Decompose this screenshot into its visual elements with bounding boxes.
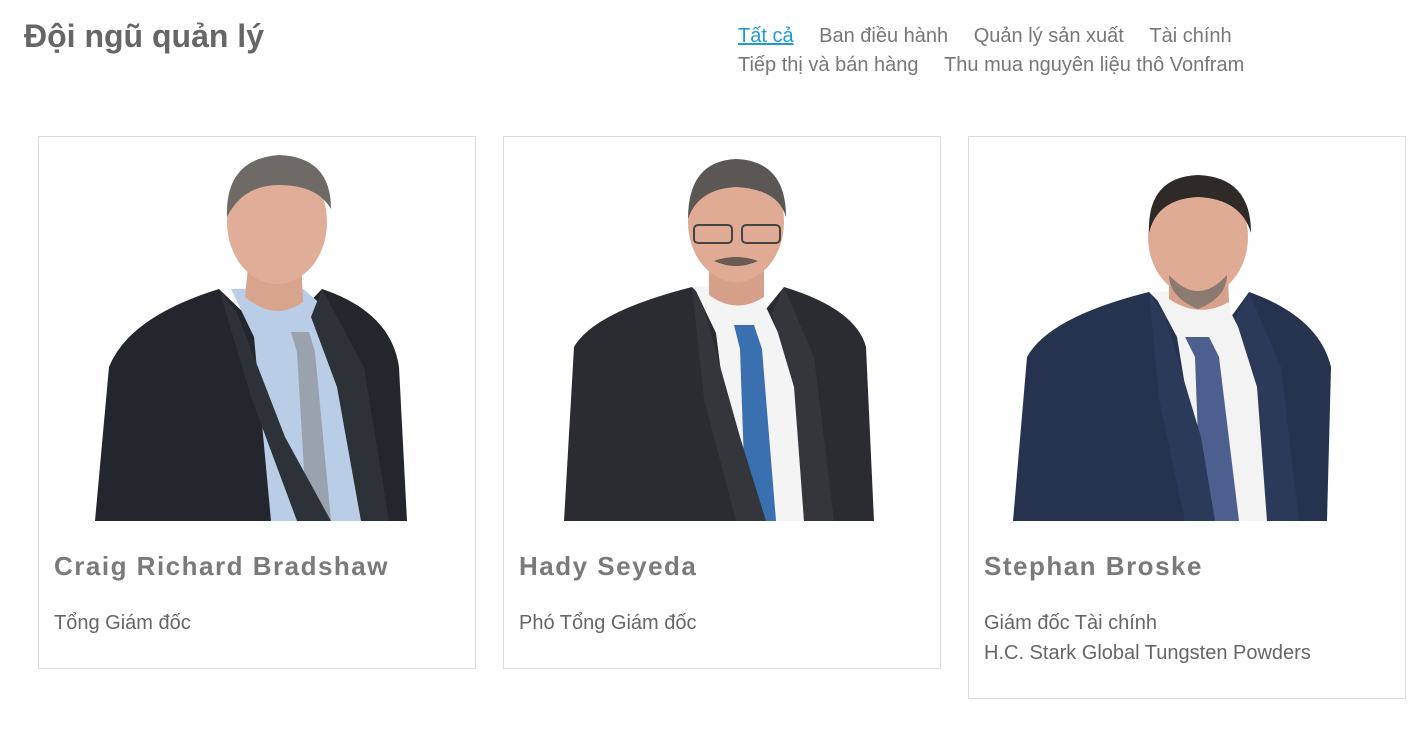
category-filter-nav: Tất cả Ban điều hành Quản lý sản xuất Tà… <box>738 22 1378 80</box>
person-photo <box>969 137 1405 521</box>
filter-production-management[interactable]: Quản lý sản xuất <box>974 22 1124 51</box>
filter-finance[interactable]: Tài chính <box>1149 22 1231 51</box>
filter-tungsten-procurement[interactable]: Thu mua nguyên liệu thô Vonfram <box>944 51 1244 80</box>
page-title: Đội ngũ quản lý <box>24 18 264 54</box>
person-card[interactable]: Hady Seyeda Phó Tổng Giám đốc <box>503 136 941 669</box>
person-card[interactable]: Stephan Broske Giám đốc Tài chính H.C. S… <box>968 136 1406 699</box>
role-line: Phó Tổng Giám đốc <box>519 612 697 634</box>
person-card[interactable]: Craig Richard Bradshaw Tổng Giám đốc <box>38 136 476 669</box>
person-name: Stephan Broske <box>984 551 1203 581</box>
person-role: Giám đốc Tài chính H.C. Stark Global Tun… <box>969 582 1405 668</box>
person-photo <box>504 137 940 521</box>
role-line: Tổng Giám đốc <box>54 612 191 634</box>
person-name: Craig Richard Bradshaw <box>54 551 389 581</box>
person-role: Tổng Giám đốc <box>39 582 475 638</box>
person-role: Phó Tổng Giám đốc <box>504 582 940 638</box>
filter-marketing-sales[interactable]: Tiếp thị và bán hàng <box>738 51 919 80</box>
person-photo <box>39 137 475 521</box>
filter-all[interactable]: Tất cả <box>738 22 794 51</box>
filter-executive-board[interactable]: Ban điều hành <box>819 22 948 51</box>
role-line: Giám đốc Tài chính <box>984 612 1158 634</box>
person-name: Hady Seyeda <box>519 551 698 581</box>
role-line-company: H.C. Stark Global Tungsten Powders <box>984 642 1311 664</box>
